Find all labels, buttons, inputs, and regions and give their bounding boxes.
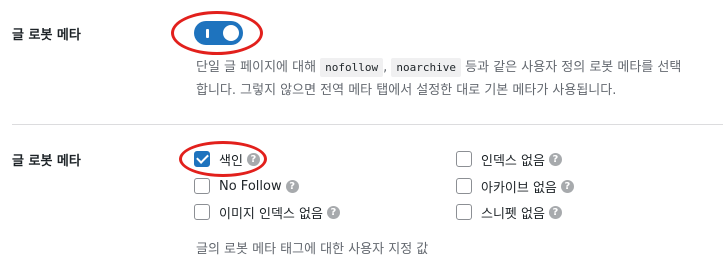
code-nofollow: nofollow xyxy=(320,58,384,77)
toggle-knob xyxy=(223,25,239,41)
noarchive-checkbox[interactable] xyxy=(456,178,472,194)
code-noarchive: noarchive xyxy=(391,58,462,77)
help-icon[interactable]: ? xyxy=(285,179,299,193)
noindex-label: 인덱스 없음 xyxy=(481,153,545,169)
robots-meta-label: 글 로봇 메타 xyxy=(12,28,81,43)
toggle-description-line2: 합니다. 그렇지 않으면 전역 메타 탭에서 설정한 대로 기본 메타가 사용됩… xyxy=(196,83,617,98)
noindex-checkbox[interactable] xyxy=(456,151,472,167)
nosnippet-label: 스니펫 없음 xyxy=(481,206,545,222)
option-noindex[interactable]: 인덱스 없음 ? xyxy=(456,150,562,169)
nosnippet-checkbox[interactable] xyxy=(456,204,472,220)
option-nofollow[interactable]: No Follow ? xyxy=(194,177,299,195)
custom-robots-meta-toggle[interactable] xyxy=(194,21,243,45)
noimageindex-checkbox[interactable] xyxy=(194,204,210,220)
index-label: 색인 xyxy=(219,153,243,169)
option-noimageindex[interactable]: 이미지 인덱스 없음 ? xyxy=(194,203,340,222)
help-icon[interactable]: ? xyxy=(326,205,340,219)
nofollow-label: No Follow xyxy=(219,178,282,194)
option-noarchive[interactable]: 아카이브 없음 ? xyxy=(456,177,574,196)
option-index[interactable]: 색인 ? xyxy=(194,150,260,169)
index-checkbox[interactable] xyxy=(194,151,210,167)
help-icon[interactable]: ? xyxy=(548,152,562,166)
robots-meta-options-label: 글 로봇 메타 xyxy=(12,154,81,169)
noarchive-label: 아카이브 없음 xyxy=(481,180,557,196)
help-icon[interactable]: ? xyxy=(246,152,260,166)
help-icon[interactable]: ? xyxy=(548,205,562,219)
toggle-on-indicator-icon xyxy=(206,29,209,38)
robots-meta-hint: 글의 로봇 메타 태그에 대한 사용자 지정 값 xyxy=(196,242,429,257)
section-divider xyxy=(12,124,723,125)
help-icon[interactable]: ? xyxy=(560,179,574,193)
toggle-description-line1: 단일 글 페이지에 대해 nofollow, noarchive 등과 같은 사… xyxy=(196,58,682,77)
nofollow-checkbox[interactable] xyxy=(194,178,210,194)
option-nosnippet[interactable]: 스니펫 없음 ? xyxy=(456,203,562,222)
noimageindex-label: 이미지 인덱스 없음 xyxy=(219,206,323,222)
